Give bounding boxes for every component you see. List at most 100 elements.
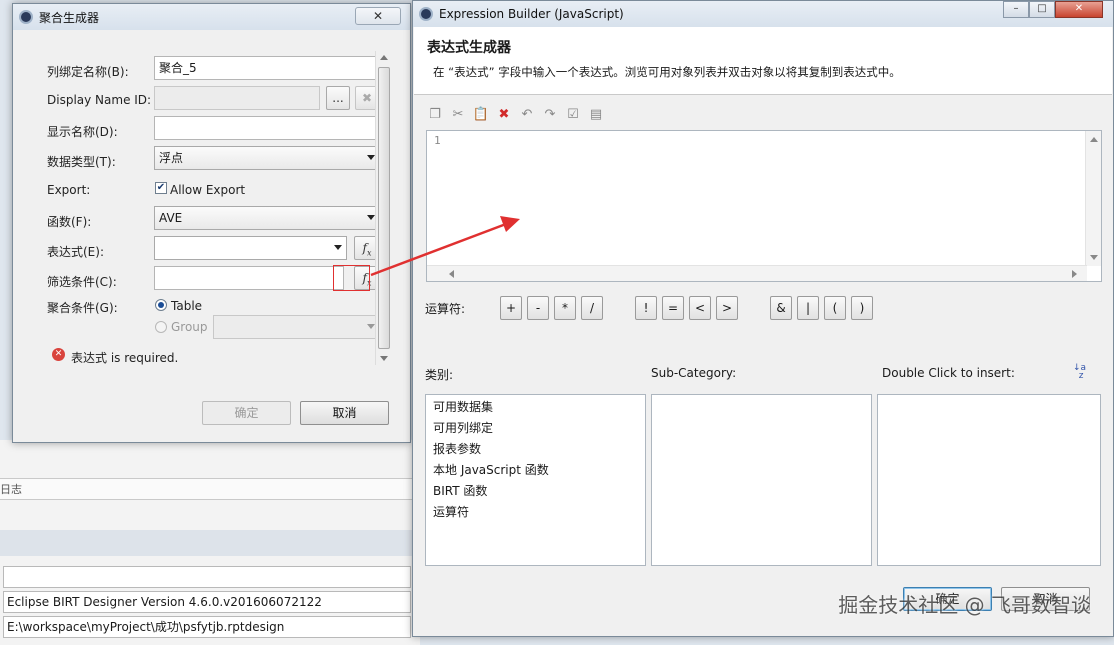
editor-vertical-scrollbar[interactable]	[1085, 131, 1101, 266]
path-field: E:\workspace\myProject\成功\psfytjb.rptdes…	[3, 616, 411, 638]
ok-button[interactable]: 确定	[202, 401, 291, 425]
cancel-button[interactable]: 取消	[300, 401, 389, 425]
data-type-value: 浮点	[159, 151, 184, 165]
background-empty-field	[3, 566, 411, 588]
calendar-icon[interactable]: ▤	[588, 106, 604, 122]
allow-export-checkbox[interactable]: ✔	[155, 182, 167, 194]
category-label: 类别:	[425, 368, 454, 382]
display-name-label: 显示名称(D):	[47, 125, 118, 139]
maximize-icon[interactable]: □	[1029, 1, 1055, 18]
redo-icon[interactable]: ↷	[542, 106, 558, 122]
display-name-id-input[interactable]	[154, 86, 320, 110]
chevron-down-icon	[334, 245, 342, 250]
chevron-down-icon	[367, 215, 375, 220]
list-item[interactable]: BIRT 函数	[426, 481, 645, 502]
background-band	[0, 530, 420, 556]
error-icon: ✕	[52, 348, 65, 361]
category-list: 可用数据集 可用列绑定 报表参数 本地 JavaScript 函数 BIRT 函…	[425, 394, 646, 566]
scroll-thumb[interactable]	[378, 67, 390, 349]
watermark-text: 掘金技术社区 @ 飞哥数智谈	[838, 593, 1091, 617]
minimize-icon[interactable]: –	[1003, 1, 1029, 18]
allow-export-label[interactable]: Allow Export	[170, 183, 245, 197]
aggregate-on-label: 聚合条件(G):	[47, 301, 118, 315]
delete-icon[interactable]: ✖	[496, 106, 512, 122]
expression-label: 表达式(E):	[47, 245, 104, 259]
display-name-input[interactable]	[154, 116, 380, 140]
editor-horizontal-scrollbar[interactable]	[427, 265, 1087, 281]
group-radio[interactable]	[155, 321, 167, 333]
binding-name-input[interactable]: 聚合_5	[154, 56, 380, 80]
log-tab-strip	[0, 478, 420, 500]
aggregation-dialog-titlebar: 聚合生成器 ✕	[13, 4, 410, 30]
data-type-select[interactable]: 浮点	[154, 146, 380, 170]
aggregation-dialog-title: 聚合生成器	[39, 10, 100, 25]
scroll-up-icon[interactable]	[380, 55, 388, 60]
display-name-id-label: Display Name ID:	[47, 93, 152, 107]
eclipse-app-icon	[19, 10, 33, 24]
copy-icon[interactable]: ❐	[427, 106, 443, 122]
operator-or-button[interactable]: |	[797, 296, 819, 320]
list-item[interactable]: 可用列绑定	[426, 418, 645, 439]
operator-and-button[interactable]: &	[770, 296, 792, 320]
expression-input[interactable]	[154, 236, 347, 260]
close-icon[interactable]: ✕	[1055, 1, 1103, 18]
list-item[interactable]: 本地 JavaScript 函数	[426, 460, 645, 481]
aggregation-form: 列绑定名称(B): 聚合_5 Display Name ID: ... ✖ 显示…	[23, 34, 385, 370]
paste-icon[interactable]: 📋	[473, 106, 489, 122]
sort-az-icon[interactable]: ↓a z	[1073, 364, 1089, 382]
group-select[interactable]	[213, 315, 380, 339]
function-value: AVE	[159, 211, 183, 225]
scroll-down-icon[interactable]	[380, 356, 388, 361]
eclipse-app-icon	[419, 7, 433, 21]
chevron-down-icon	[367, 155, 375, 160]
aggregation-builder-dialog: 聚合生成器 ✕ 列绑定名称(B): 聚合_5 Display Name ID: …	[12, 3, 411, 443]
cut-icon[interactable]: ✂	[450, 106, 466, 122]
operator-minus-button[interactable]: -	[527, 296, 549, 320]
export-label: Export:	[47, 183, 91, 197]
subcategory-label: Sub-Category:	[651, 366, 737, 380]
operator-rparen-button[interactable]: )	[851, 296, 873, 320]
filter-input[interactable]	[154, 266, 344, 290]
browse-button[interactable]: ...	[326, 86, 350, 110]
expression-builder-dialog: Expression Builder (JavaScript) – □ ✕ 表达…	[412, 0, 1114, 637]
version-field: Eclipse BIRT Designer Version 4.6.0.v201…	[3, 591, 411, 613]
scroll-right-icon[interactable]	[1072, 270, 1077, 278]
expression-builder-title: Expression Builder (JavaScript)	[439, 7, 624, 21]
subcategory-list[interactable]	[651, 394, 872, 566]
operator-divide-button[interactable]: /	[581, 296, 603, 320]
expression-editor[interactable]: 1	[426, 130, 1102, 282]
scroll-down-icon[interactable]	[1090, 255, 1098, 260]
undo-icon[interactable]: ↶	[519, 106, 535, 122]
operator-equals-button[interactable]: =	[662, 296, 684, 320]
table-radio[interactable]	[155, 299, 167, 311]
operator-less-button[interactable]: <	[689, 296, 711, 320]
function-label: 函数(F):	[47, 215, 92, 229]
validate-icon[interactable]: ☑	[565, 106, 581, 122]
operator-not-button[interactable]: !	[635, 296, 657, 320]
operator-plus-button[interactable]: +	[500, 296, 522, 320]
scroll-left-icon[interactable]	[449, 270, 454, 278]
line-number: 1	[434, 134, 441, 147]
insert-list[interactable]	[877, 394, 1101, 566]
list-item[interactable]: 报表参数	[426, 439, 645, 460]
header-title: 表达式生成器	[427, 40, 511, 56]
filter-label: 筛选条件(C):	[47, 275, 117, 289]
data-type-label: 数据类型(T):	[47, 155, 116, 169]
expression-builder-titlebar: Expression Builder (JavaScript) – □ ✕	[413, 1, 1113, 27]
scroll-up-icon[interactable]	[1090, 137, 1098, 142]
annotation-highlight-box	[333, 265, 370, 291]
insert-label: Double Click to insert:	[882, 366, 1015, 380]
operator-multiply-button[interactable]: *	[554, 296, 576, 320]
table-radio-label[interactable]: Table	[171, 299, 202, 313]
operator-lparen-button[interactable]: (	[824, 296, 846, 320]
function-select[interactable]: AVE	[154, 206, 380, 230]
list-item[interactable]: 运算符	[426, 502, 645, 523]
close-button[interactable]: ✕	[355, 7, 401, 25]
header-description: 在 “表达式” 字段中输入一个表达式。浏览可用对象列表并双击对象以将其复制到表达…	[433, 65, 901, 79]
operator-greater-button[interactable]: >	[716, 296, 738, 320]
function-fx-icon: fx	[362, 241, 372, 258]
expression-builder-header: 表达式生成器 在 “表达式” 字段中输入一个表达式。浏览可用对象列表并双击对象以…	[414, 27, 1112, 95]
form-scrollbar[interactable]	[375, 51, 392, 365]
list-item[interactable]: 可用数据集	[426, 397, 645, 418]
log-tab-label[interactable]: 日志	[0, 481, 22, 497]
